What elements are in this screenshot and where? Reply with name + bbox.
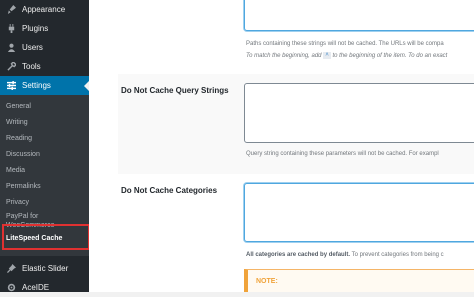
caret-code: ^ <box>323 52 331 59</box>
submenu-item-media[interactable]: Media <box>6 166 86 175</box>
submenu-item-litespeed-cache[interactable]: LiteSpeed Cache <box>6 234 86 243</box>
note-label: NOTE: <box>256 278 278 285</box>
settings-main: Paths containing these strings will not … <box>89 0 474 292</box>
menu-label: Elastic Slider <box>22 264 69 273</box>
pin-icon <box>4 264 18 273</box>
menu-item-plugins[interactable]: Plugins <box>0 19 89 38</box>
submenu-item-privacy[interactable]: Privacy <box>6 198 86 207</box>
menu-label: Users <box>22 43 43 52</box>
users-icon <box>4 43 18 52</box>
categories-label: Do Not Cache Categories <box>121 186 218 195</box>
menu-item-elastic-slider[interactable]: Elastic Slider <box>0 259 89 278</box>
categories-description: All categories are cached by default. To… <box>246 252 444 258</box>
hint-text-start: To match the beginning, add <box>246 53 322 59</box>
menu-label: AceIDE <box>22 283 50 292</box>
menu-item-appearance[interactable]: Appearance <box>0 0 89 19</box>
menu-label: Appearance <box>22 5 66 14</box>
submenu-item-writing[interactable]: Writing <box>6 118 86 127</box>
categories-textarea[interactable] <box>244 183 474 242</box>
menu-item-users[interactable]: Users <box>0 38 89 57</box>
paintbrush-icon <box>4 5 18 14</box>
excludes-hint: To match the beginning, add ^ to the beg… <box>246 52 447 59</box>
settings-submenu: General Writing Reading Discussion Media… <box>0 95 89 256</box>
menu-label: Tools <box>22 62 41 71</box>
menu-item-settings[interactable]: Settings <box>0 76 89 95</box>
menu-label: Plugins <box>22 24 49 33</box>
submenu-item-discussion[interactable]: Discussion <box>6 150 86 159</box>
submenu-item-reading[interactable]: Reading <box>6 134 86 143</box>
hint-text-end: to the beginning of the item. To do an e… <box>332 53 448 59</box>
query-strings-description: Query string containing these parameters… <box>246 151 439 157</box>
settings-icon <box>4 81 18 90</box>
plugin-icon <box>4 24 18 33</box>
submenu-item-general[interactable]: General <box>6 102 86 111</box>
wrench-icon <box>4 62 18 71</box>
menu-item-tools[interactable]: Tools <box>0 57 89 76</box>
excludes-textarea[interactable] <box>244 0 474 31</box>
submenu-item-paypal-woocommerce[interactable]: PayPal for WooCommerce <box>6 212 76 230</box>
submenu-item-permalinks[interactable]: Permalinks <box>6 182 86 191</box>
note-box: NOTE: <box>244 269 474 292</box>
categories-desc-bold: All categories are cached by default. <box>246 252 351 258</box>
menu-label: Settings <box>22 81 51 90</box>
admin-sidebar: Appearance Plugins Users Tools Settings … <box>0 0 90 292</box>
categories-desc-rest: To prevent categories from being c <box>351 252 444 258</box>
query-strings-label: Do Not Cache Query Strings <box>121 86 229 95</box>
query-strings-textarea[interactable] <box>244 83 474 143</box>
excludes-description: Paths containing these strings will not … <box>246 41 444 47</box>
gear-icon <box>4 283 18 292</box>
menu-item-aceide[interactable]: AceIDE <box>0 278 89 297</box>
